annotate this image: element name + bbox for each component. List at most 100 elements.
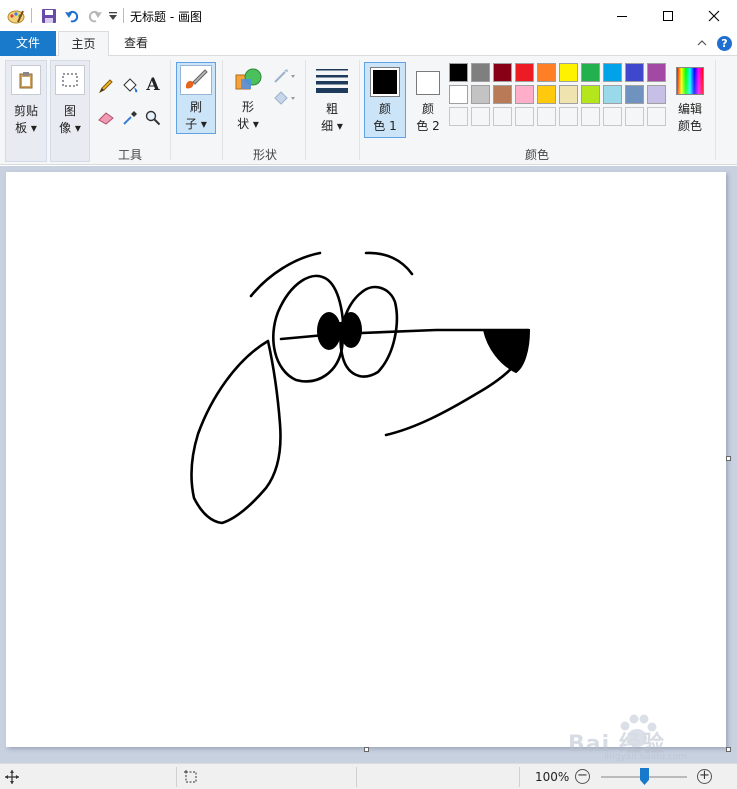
color1-fill <box>373 70 397 94</box>
palette-swatch[interactable] <box>493 63 512 82</box>
color-picker-icon[interactable] <box>120 108 140 128</box>
customize-quick-access-icon[interactable] <box>107 7 119 25</box>
palette-swatch-empty[interactable] <box>537 107 556 126</box>
size-label-2: 细 ▾ <box>321 119 343 133</box>
palette-swatch[interactable] <box>537 85 556 104</box>
selection-size-icon <box>184 770 198 787</box>
tab-file[interactable]: 文件 <box>0 31 56 56</box>
shapes-button[interactable]: 形 状 ▾ <box>230 62 266 134</box>
size-button[interactable]: 粗 细 ▾ <box>311 62 353 134</box>
palette-swatch[interactable] <box>559 85 578 104</box>
outline-icon[interactable] <box>272 66 298 86</box>
brush-button[interactable]: 刷 子 ▾ <box>176 62 216 134</box>
color1-label-2: 色 1 <box>373 119 397 133</box>
pencil-icon[interactable] <box>96 76 116 96</box>
palette-swatch[interactable] <box>515 63 534 82</box>
paint-app-icon[interactable] <box>7 7 25 25</box>
palette-swatch-empty[interactable] <box>559 107 578 126</box>
image-label-1: 图 <box>63 104 76 118</box>
color-palette <box>449 63 669 129</box>
tab-home[interactable]: 主页 <box>58 31 109 57</box>
status-separator <box>519 767 520 787</box>
select-icon <box>55 65 85 95</box>
palette-swatch[interactable] <box>449 85 468 104</box>
zoom-out-button[interactable]: − <box>575 769 590 784</box>
close-icon <box>708 10 720 21</box>
image-button[interactable]: 图 像 ▾ <box>50 60 90 162</box>
group-separator <box>715 60 716 160</box>
resize-handle-bottom[interactable] <box>364 747 369 752</box>
palette-swatch-empty[interactable] <box>449 107 468 126</box>
palette-swatch[interactable] <box>581 63 600 82</box>
palette-swatch-empty[interactable] <box>581 107 600 126</box>
fill-icon[interactable] <box>272 88 298 108</box>
palette-swatch[interactable] <box>603 85 622 104</box>
palette-swatch-empty[interactable] <box>625 107 644 126</box>
palette-swatch[interactable] <box>471 85 490 104</box>
palette-swatch-empty[interactable] <box>471 107 490 126</box>
palette-swatch-empty[interactable] <box>515 107 534 126</box>
palette-swatch-empty[interactable] <box>493 107 512 126</box>
minimize-button[interactable] <box>599 0 645 31</box>
ribbon-tabs: 文件 主页 查看 ? <box>0 31 737 57</box>
canvas[interactable] <box>6 172 726 747</box>
palette-swatch[interactable] <box>559 63 578 82</box>
close-button[interactable] <box>691 0 737 31</box>
zoom-in-button[interactable]: + <box>697 769 712 784</box>
title-bar: 无标题 - 画图 <box>0 0 737 31</box>
shapes-group-label: 形状 <box>252 148 277 162</box>
clipboard-label-2: 板 ▾ <box>15 121 37 135</box>
baidu-watermark: Bai 经验 jingyan.baidu.com <box>568 712 728 762</box>
clipboard-button[interactable]: 剪贴 板 ▾ <box>5 60 47 162</box>
color2-label-2: 色 2 <box>416 119 440 133</box>
palette-swatch[interactable] <box>625 85 644 104</box>
quick-access-separator <box>31 8 32 23</box>
color2-label-1: 颜 <box>421 102 434 116</box>
redo-icon[interactable] <box>86 7 104 25</box>
color2-swatch <box>416 71 440 95</box>
edit-colors-icon <box>676 67 704 95</box>
group-separator <box>222 60 223 160</box>
edit-colors-label-2: 颜色 <box>677 119 702 133</box>
edit-colors-button[interactable]: 编辑 颜色 <box>670 62 710 138</box>
maximize-button[interactable] <box>645 0 691 31</box>
window-title: 无标题 - 画图 <box>130 10 202 24</box>
ribbon: 剪贴 板 ▾ 图 像 ▾ A 工具 刷 子 ▾ 形 状 ▾ 形状 粗 细 ▾ 颜… <box>0 56 737 165</box>
brush-label-1: 刷 <box>189 100 202 114</box>
undo-icon[interactable] <box>63 7 81 25</box>
clipboard-icon <box>11 65 41 95</box>
zoom-slider-thumb[interactable] <box>640 768 649 785</box>
color1-button[interactable]: 颜 色 1 <box>364 62 406 138</box>
palette-swatch[interactable] <box>625 63 644 82</box>
palette-swatch[interactable] <box>647 85 666 104</box>
tab-view[interactable]: 查看 <box>112 31 160 56</box>
palette-swatch[interactable] <box>493 85 512 104</box>
palette-swatch[interactable] <box>515 85 534 104</box>
status-separator <box>176 767 177 787</box>
palette-swatch-empty[interactable] <box>603 107 622 126</box>
color1-swatch <box>370 67 400 97</box>
palette-swatch[interactable] <box>603 63 622 82</box>
text-icon[interactable]: A <box>143 75 163 95</box>
brush-icon <box>180 65 212 95</box>
palette-swatch[interactable] <box>537 63 556 82</box>
colors-group-label: 颜色 <box>524 148 549 162</box>
palette-swatch[interactable] <box>647 63 666 82</box>
color2-button[interactable]: 颜 色 2 <box>408 62 448 138</box>
palette-swatch[interactable] <box>449 63 468 82</box>
group-separator <box>170 60 171 160</box>
drawing-area[interactable] <box>0 166 737 763</box>
palette-swatch[interactable] <box>581 85 600 104</box>
palette-swatch-empty[interactable] <box>647 107 666 126</box>
fill-bucket-icon[interactable] <box>120 76 140 96</box>
eraser-icon[interactable] <box>96 108 116 128</box>
save-icon[interactable] <box>40 7 58 25</box>
palette-swatch[interactable] <box>471 63 490 82</box>
help-icon[interactable]: ? <box>717 36 732 51</box>
edit-colors-label-1: 编辑 <box>677 102 702 116</box>
brush-label-2: 子 ▾ <box>185 117 207 131</box>
magnifier-icon[interactable] <box>143 108 163 128</box>
collapse-ribbon-icon[interactable] <box>696 37 708 49</box>
cursor-position-icon <box>5 770 19 787</box>
resize-handle-right[interactable] <box>726 456 731 461</box>
